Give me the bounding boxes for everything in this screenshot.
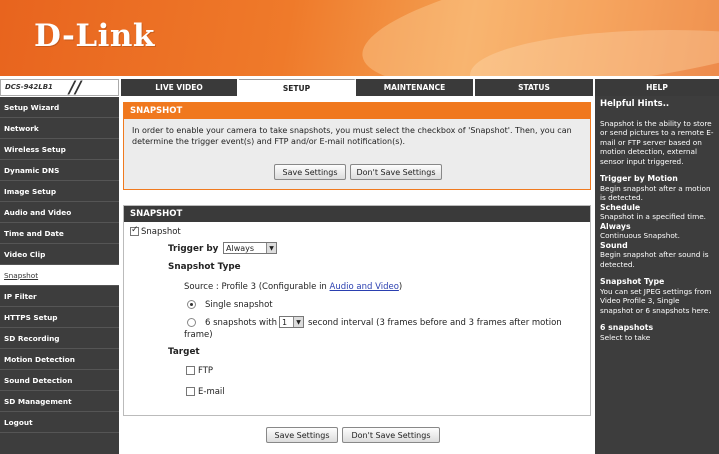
- dlink-logo: D-Link: [34, 18, 155, 54]
- sidebar-item-sound-detection[interactable]: Sound Detection: [0, 370, 119, 391]
- save-button-bottom[interactable]: Save Settings: [266, 427, 338, 443]
- chevron-down-icon: ▼: [266, 243, 276, 253]
- intro-description: In order to enable your camera to take s…: [132, 126, 572, 146]
- snapshot-enable-checkbox[interactable]: [130, 225, 139, 236]
- snapshot-type-label: Snapshot Type: [168, 262, 241, 272]
- help-content: Helpful Hints.. Snapshot is the ability …: [595, 96, 719, 346]
- help-six-head: 6 snapshots: [600, 323, 654, 332]
- model-name: DCS-942LB1: [5, 83, 53, 91]
- sidebar-item-wireless-setup[interactable]: Wireless Setup: [0, 139, 119, 160]
- sidebar-item-sd-management[interactable]: SD Management: [0, 391, 119, 412]
- tab-status[interactable]: STATUS: [475, 79, 595, 96]
- sidebar-item-time-and-date[interactable]: Time and Date: [0, 223, 119, 244]
- help-intro: Snapshot is the ability to store or send…: [600, 118, 714, 166]
- intro-panel: SNAPSHOT In order to enable your camera …: [123, 102, 591, 190]
- sidebar-item-motion-detection[interactable]: Motion Detection: [0, 349, 119, 370]
- model-label: DCS-942LB1 //: [0, 78, 119, 98]
- snapshot-panel: SNAPSHOT Snapshot Trigger by Always ▼ Sn…: [123, 205, 591, 416]
- tab-setup[interactable]: SETUP: [239, 79, 356, 96]
- sidebar-item-setup-wizard[interactable]: Setup Wizard: [0, 97, 119, 118]
- ftp-label: FTP: [198, 366, 214, 376]
- interval-select[interactable]: 1 ▼: [279, 316, 304, 328]
- sidebar-item-https-setup[interactable]: HTTPS Setup: [0, 307, 119, 328]
- audio-video-link[interactable]: Audio and Video: [330, 282, 399, 292]
- email-label: E-mail: [198, 387, 225, 397]
- help-six-text: Select to take: [600, 332, 651, 342]
- trigger-label: Trigger by: [168, 244, 219, 254]
- target-label: Target: [168, 347, 200, 357]
- sidebar-item-network[interactable]: Network: [0, 118, 119, 139]
- ftp-checkbox[interactable]: [186, 366, 195, 375]
- single-snapshot-label: Single snapshot: [205, 300, 273, 310]
- header-banner: D-Link: [0, 0, 719, 76]
- help-schedule-head: Schedule: [600, 202, 641, 212]
- sidebar-item-sd-recording[interactable]: SD Recording: [0, 328, 119, 349]
- source-text: Source : Profile 3 (Configurable in Audi…: [184, 282, 402, 292]
- multi-snapshot-suffix: second interval (3 frames before and 3 f…: [308, 318, 562, 328]
- intro-heading: SNAPSHOT: [124, 103, 590, 119]
- sidebar-item-dynamic-dns[interactable]: Dynamic DNS: [0, 160, 119, 181]
- help-type-text: You can set JPEG settings from Video Pro…: [600, 286, 712, 315]
- help-schedule-text: Snapshot in a specified time.: [600, 212, 706, 221]
- source-suffix: ): [398, 282, 403, 292]
- help-trigger-motion-head: Trigger by Motion: [600, 174, 678, 183]
- tab-live-video[interactable]: LIVE VIDEO: [121, 79, 239, 96]
- dont-save-button-top[interactable]: Don't Save Settings: [350, 164, 442, 180]
- help-sound-head: Sound: [600, 240, 628, 250]
- sidebar-item-logout[interactable]: Logout: [0, 412, 119, 433]
- help-sound-text: Begin snapshot after sound is detected.: [600, 250, 709, 269]
- multi-snapshot-prefix: 6 snapshots with: [205, 318, 278, 328]
- sidebar-item-ip-filter[interactable]: IP Filter: [0, 286, 119, 307]
- chevron-down-icon: ▼: [293, 317, 303, 327]
- source-prefix: Source : Profile 3 (Configurable in: [184, 282, 330, 292]
- email-checkbox[interactable]: [186, 387, 195, 396]
- sidebar-item-video-clip[interactable]: Video Clip: [0, 244, 119, 265]
- multi-snapshot-suffix-line2: frame): [184, 330, 213, 340]
- sidebar-item-image-setup[interactable]: Image Setup: [0, 181, 119, 202]
- help-type-head: Snapshot Type: [600, 277, 665, 286]
- sidebar-item-snapshot[interactable]: Snapshot: [0, 265, 119, 286]
- tab-maintenance[interactable]: MAINTENANCE: [356, 79, 475, 96]
- trigger-select[interactable]: Always ▼: [223, 242, 277, 254]
- save-button-top[interactable]: Save Settings: [274, 164, 346, 180]
- trigger-select-value: Always: [226, 243, 255, 253]
- slash-decoration: //: [69, 78, 82, 98]
- help-always-text: Continuous Snapshot.: [600, 231, 680, 240]
- help-title: Helpful Hints..: [600, 99, 670, 109]
- help-trigger-motion-text: Begin snapshot after a motion is detecte…: [600, 183, 711, 203]
- sidebar: Setup Wizard Network Wireless Setup Dyna…: [0, 97, 119, 454]
- help-panel: HELP Helpful Hints.. Snapshot is the abi…: [595, 79, 719, 454]
- help-always-head: Always: [600, 221, 631, 231]
- main-content: SNAPSHOT In order to enable your camera …: [121, 97, 593, 454]
- dont-save-button-bottom[interactable]: Don't Save Settings: [342, 427, 440, 443]
- multi-snapshot-radio[interactable]: [187, 318, 196, 327]
- single-snapshot-radio[interactable]: [187, 300, 196, 309]
- snapshot-heading: SNAPSHOT: [124, 206, 590, 222]
- sidebar-item-audio-and-video[interactable]: Audio and Video: [0, 202, 119, 223]
- tab-help[interactable]: HELP: [595, 79, 719, 96]
- snapshot-enable-label: Snapshot: [141, 227, 181, 237]
- top-nav: LIVE VIDEO SETUP MAINTENANCE STATUS: [121, 79, 595, 96]
- interval-select-value: 1: [282, 317, 288, 327]
